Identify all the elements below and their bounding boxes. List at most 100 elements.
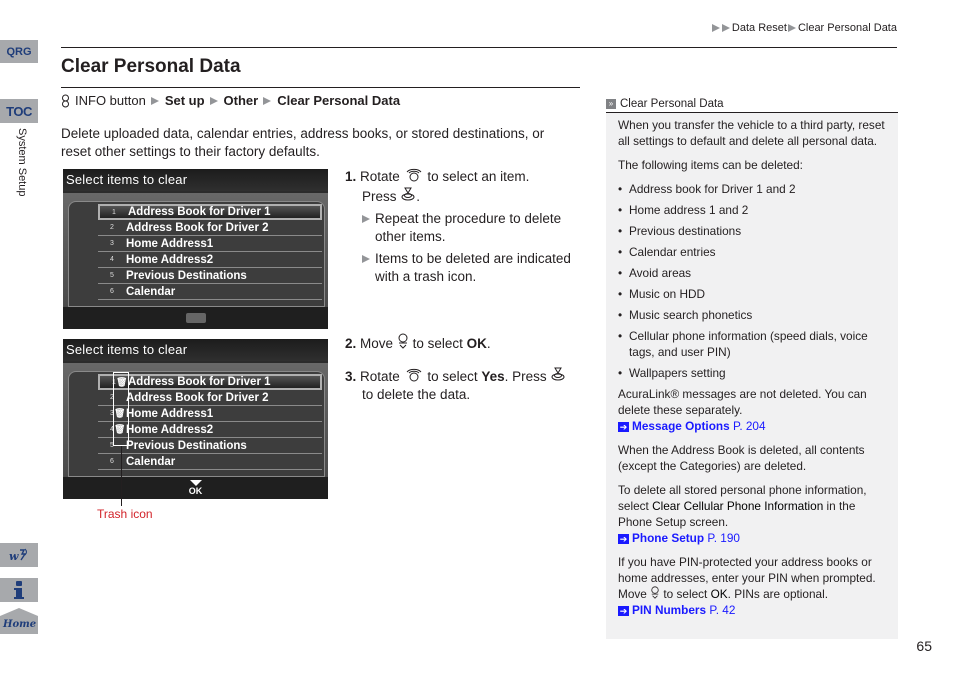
trash-callout-label: Trash icon (97, 507, 153, 521)
deletable-item: Wallpapers setting (618, 365, 888, 381)
step-text: to select (427, 369, 478, 384)
voice-command-icon: w (9, 548, 27, 563)
deletable-items-list: Address book for Driver 1 and 2 Home addr… (618, 181, 888, 381)
step-1: 1. Rotate to select an item. Press . Rep… (345, 166, 585, 286)
step-keyword: OK (466, 336, 487, 351)
move-joystick-icon (398, 333, 408, 349)
item-number: 1 (112, 208, 116, 216)
xref-pin-numbers[interactable]: ➔ PIN Numbers P. 42 (618, 603, 735, 617)
screen-list-item[interactable]: 5 Previous Destinations (98, 438, 322, 454)
voice-command-tab[interactable]: w (0, 543, 38, 567)
xref-message-options[interactable]: ➔ Message Options P. 204 (618, 419, 766, 433)
screen-list-item[interactable]: 2 Address Book for Driver 2 (98, 390, 322, 406)
info-tab[interactable] (0, 578, 38, 602)
breadcrumb-arrow-icon (787, 24, 796, 32)
screen-header: Select items to clear (63, 339, 328, 361)
screen-list-item[interactable]: 4 Home Address2 (98, 252, 322, 268)
item-label: Calendar (126, 285, 176, 298)
section-label: System Setup (16, 128, 28, 197)
screen-list-item[interactable]: 5 Previous Destinations (98, 268, 322, 284)
ok-button[interactable]: OK (189, 480, 202, 496)
breadcrumb: Data Reset Clear Personal Data (711, 22, 897, 34)
item-label: Calendar (126, 455, 176, 468)
qrg-label: QRG (6, 45, 32, 58)
svg-text:w: w (9, 550, 19, 563)
breadcrumb-arrow-icon (721, 24, 730, 32)
page-number: 65 (916, 638, 932, 654)
screen-list-item[interactable]: 6 Calendar (98, 454, 322, 470)
screen-footer: OK (63, 477, 328, 499)
breadcrumb-item[interactable]: Data Reset (732, 22, 787, 34)
xref-page: P. 204 (732, 419, 766, 433)
screen-list-item[interactable]: 6 Calendar (98, 284, 322, 300)
xref-phone-setup[interactable]: ➔ Phone Setup P. 190 (618, 531, 740, 545)
item-number: 4 (110, 256, 114, 263)
toc-tab[interactable]: TOC (0, 99, 38, 123)
header-divider (61, 47, 897, 48)
svg-text:Home: Home (2, 619, 36, 630)
note-panel: » Clear Personal Data When you transfer … (606, 95, 898, 639)
screen-list-item[interactable]: 3 Home Address1 (98, 236, 322, 252)
deletable-item: Previous destinations (618, 223, 888, 239)
step-3: 3. Rotate to select Yes. Press to delete… (345, 366, 585, 404)
screen-header: Select items to clear (63, 169, 328, 191)
note-header: » Clear Personal Data (606, 95, 898, 113)
note-paragraph: When you transfer the vehicle to a third… (618, 118, 885, 148)
intro-text: Delete uploaded data, calendar entries, … (61, 126, 545, 159)
screen-select-items-with-trash: Select items to clear 1 🗑 Address Book for… (63, 339, 328, 499)
item-label: Address Book for Driver 1 (128, 376, 271, 388)
xref-arrow-icon: ➔ (618, 422, 629, 432)
trash-callout-line (121, 446, 122, 506)
item-number: 5 (110, 272, 114, 279)
screen-list-item[interactable]: 4 🗑 Home Address2 (98, 422, 322, 438)
step-text: . Press (504, 369, 547, 384)
trash-callout-box (113, 372, 129, 446)
screen-item-list: 1 🗑 Address Book for Driver 1 2 Address Book… (98, 374, 322, 470)
step-number: 2. (345, 336, 357, 351)
note-paragraph: AcuraLink® messages are not deleted. You… (618, 387, 867, 417)
screen-list-item[interactable]: 2 Address Book for Driver 2 (98, 220, 322, 236)
home-tab[interactable]: Home (0, 608, 38, 634)
press-knob-icon (551, 367, 565, 381)
item-label: Address Book for Driver 2 (126, 221, 269, 234)
rotate-knob-icon (406, 368, 421, 382)
step-text: to select an item. (427, 169, 530, 184)
step-text: to delete the data. (362, 387, 471, 402)
step-text: Move (360, 336, 394, 351)
xref-label: Message Options (632, 419, 730, 433)
note-double-arrow-icon: » (606, 98, 616, 109)
step-number: 1. (345, 169, 357, 184)
step-substep: Items to be deleted are indicated with a… (345, 250, 585, 286)
xref-label: Phone Setup (632, 531, 705, 545)
item-number: 2 (110, 224, 114, 231)
screen-list-item[interactable]: 1 Address Book for Driver 1 (98, 204, 322, 220)
scroll-down-indicator[interactable] (185, 313, 206, 323)
xref-page: P. 42 (709, 603, 736, 617)
xref-arrow-icon: ➔ (618, 606, 629, 616)
move-joystick-icon (651, 586, 659, 599)
step-text: Rotate (360, 169, 400, 184)
xref-page: P. 190 (707, 531, 740, 545)
info-button-icon (62, 94, 69, 107)
step-text: to select (412, 336, 463, 351)
toc-label: TOC (6, 103, 32, 119)
xref-arrow-icon: ➔ (618, 534, 629, 544)
step-number: 3. (345, 369, 357, 384)
item-label: Home Address1 (126, 407, 214, 420)
step-text: . (486, 336, 491, 351)
press-knob-icon (401, 187, 415, 201)
screen-footer (63, 307, 328, 329)
note-body: When you transfer the vehicle to a third… (606, 113, 898, 618)
step-2: 2. Move to select OK. (345, 333, 585, 353)
path-arrow-icon (150, 96, 159, 105)
step-text: . (416, 189, 421, 204)
step-text: Rotate (360, 369, 400, 384)
deletable-item: Avoid areas (618, 265, 888, 281)
screen-list-item[interactable]: 3 🗑 Home Address1 (98, 406, 322, 422)
qrg-tab[interactable]: QRG (0, 40, 38, 63)
screen-list-item[interactable]: 1 🗑 Address Book for Driver 1 (98, 374, 322, 390)
menu-path-step: Clear Personal Data (277, 93, 401, 108)
xref-label: PIN Numbers (632, 603, 707, 617)
title-divider (61, 87, 580, 88)
screen-body: 1 🗑 Address Book for Driver 1 2 Address Book… (63, 363, 328, 477)
